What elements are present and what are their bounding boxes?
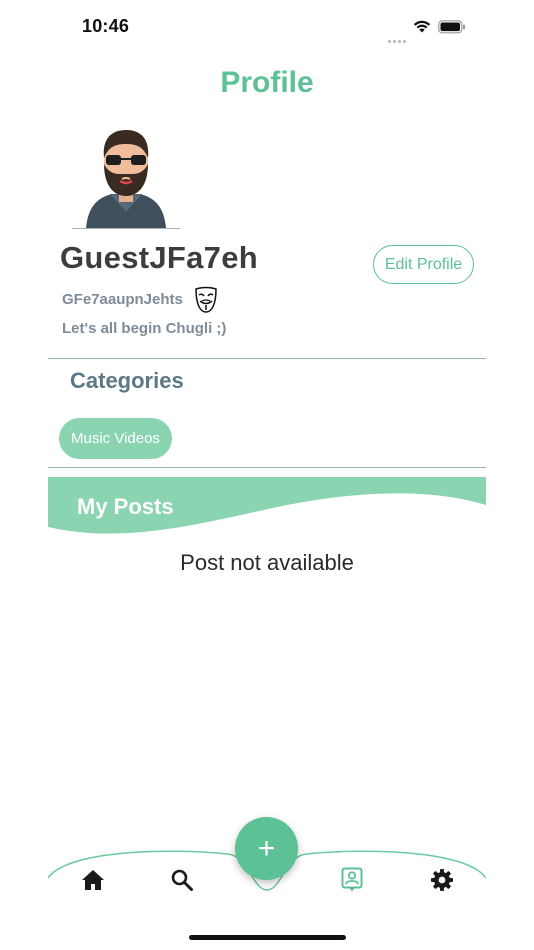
wifi-icon bbox=[413, 20, 431, 33]
empty-posts-message: Post not available bbox=[180, 550, 354, 575]
add-post-button[interactable]: + bbox=[235, 817, 298, 880]
anonymous-mask-icon bbox=[195, 286, 217, 313]
settings-icon[interactable] bbox=[430, 868, 454, 892]
categories-heading: Categories bbox=[70, 368, 184, 393]
home-indicator bbox=[189, 935, 346, 940]
status-time: 10:46 bbox=[82, 16, 130, 36]
page-title: Profile bbox=[220, 66, 314, 99]
user-bio: Let's all begin Chugli ;) bbox=[62, 320, 227, 337]
category-chip-music-videos[interactable]: Music Videos bbox=[59, 418, 172, 459]
edit-profile-button[interactable]: Edit Profile bbox=[373, 245, 474, 284]
posts-heading: My Posts bbox=[77, 494, 174, 519]
cellular-signal-icon bbox=[388, 30, 408, 43]
search-icon[interactable] bbox=[170, 868, 194, 892]
avatar bbox=[72, 130, 180, 229]
divider bbox=[48, 467, 486, 468]
username: GuestJFa7eh bbox=[60, 240, 258, 275]
user-handle: GFe7aaupnJehts bbox=[62, 291, 183, 308]
profile-icon[interactable] bbox=[341, 867, 363, 893]
home-icon[interactable] bbox=[81, 869, 105, 891]
battery-icon bbox=[438, 20, 465, 34]
divider bbox=[48, 358, 486, 359]
